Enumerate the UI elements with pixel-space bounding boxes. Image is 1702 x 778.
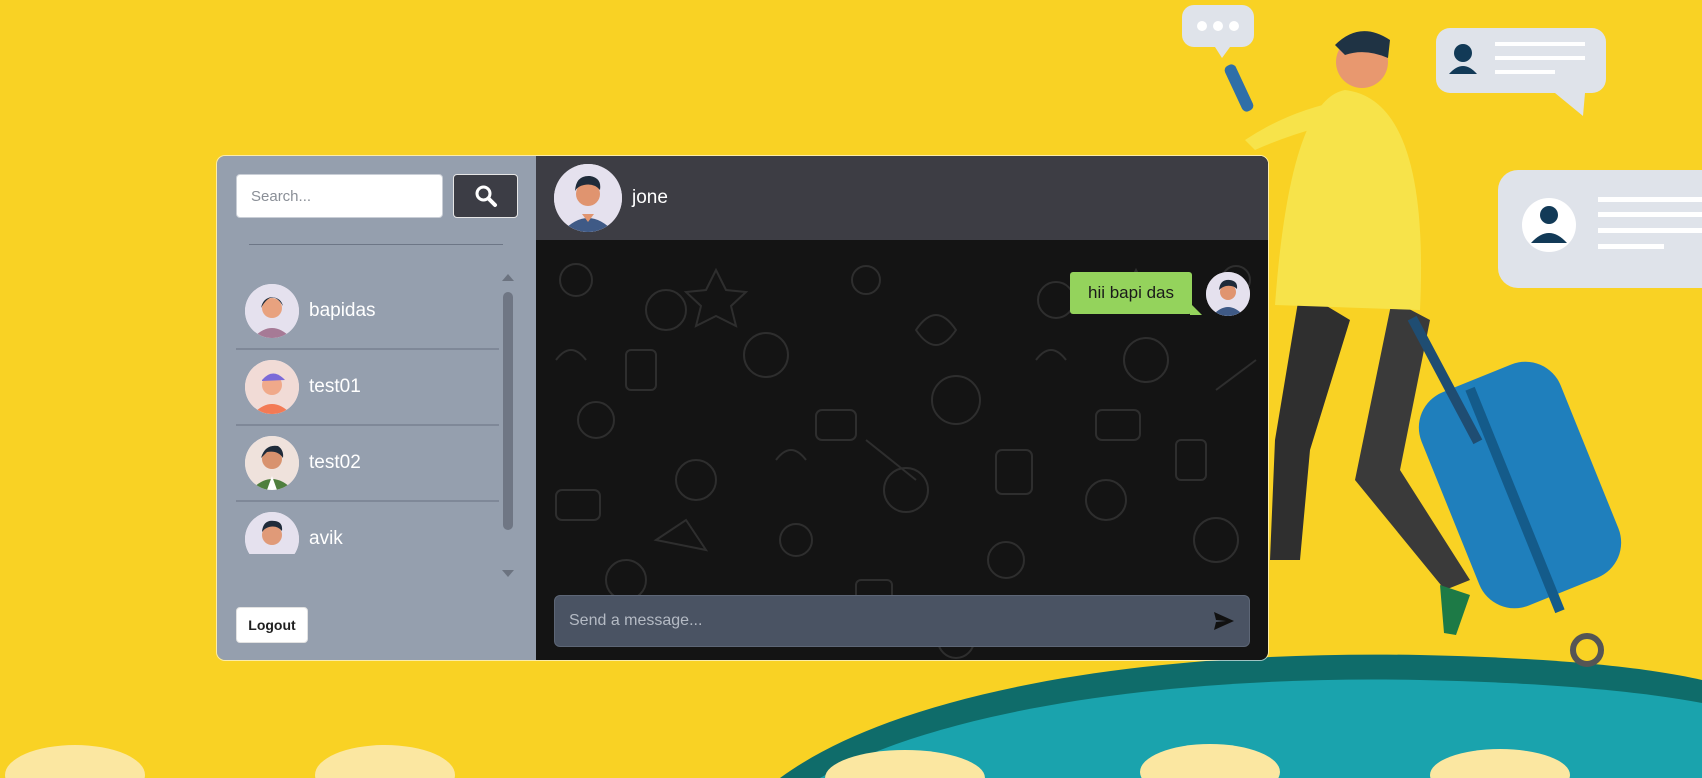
scroll-up-arrow-icon[interactable]	[502, 274, 514, 281]
avatar	[245, 284, 299, 338]
search-input[interactable]	[236, 174, 443, 218]
sidebar-divider	[249, 244, 503, 245]
message-avatar	[1206, 272, 1250, 316]
chat-panel: jone hii bapi das Send a message...	[536, 156, 1268, 660]
user-list-scrollbar[interactable]	[499, 272, 517, 577]
avatar	[245, 436, 299, 490]
message-bubble: hii bapi das	[1069, 272, 1203, 315]
user-name: test01	[309, 376, 361, 397]
contact-name: jone	[632, 187, 668, 208]
chat-header: jone	[536, 156, 1268, 240]
user-name: avik	[309, 528, 343, 549]
search-icon	[475, 185, 497, 207]
user-list-item-test01[interactable]: test01	[236, 350, 499, 426]
user-list: bapidas test01 test02 avik	[236, 274, 499, 554]
message-row: hii bapi das	[1069, 272, 1250, 316]
avatar	[245, 360, 299, 414]
sidebar: bapidas test01	[217, 156, 536, 660]
user-list-item-avik[interactable]: avik	[236, 502, 499, 554]
search-button[interactable]	[453, 174, 518, 218]
user-list-item-bapidas[interactable]: bapidas	[236, 274, 499, 350]
chat-app-window: bapidas test01	[217, 156, 1268, 660]
user-list-item-test02[interactable]: test02	[236, 426, 499, 502]
send-icon	[1214, 612, 1234, 630]
user-name: bapidas	[309, 300, 376, 321]
logout-button[interactable]: Logout	[236, 607, 308, 643]
send-button[interactable]	[1199, 596, 1249, 646]
message-composer	[554, 595, 1250, 647]
user-name: test02	[309, 452, 361, 473]
search-bar	[236, 174, 518, 218]
avatar	[245, 512, 299, 554]
message-input[interactable]	[555, 596, 1199, 646]
scroll-down-arrow-icon[interactable]	[502, 570, 514, 577]
contact-avatar[interactable]	[554, 164, 622, 232]
scroll-thumb[interactable]	[503, 292, 513, 530]
